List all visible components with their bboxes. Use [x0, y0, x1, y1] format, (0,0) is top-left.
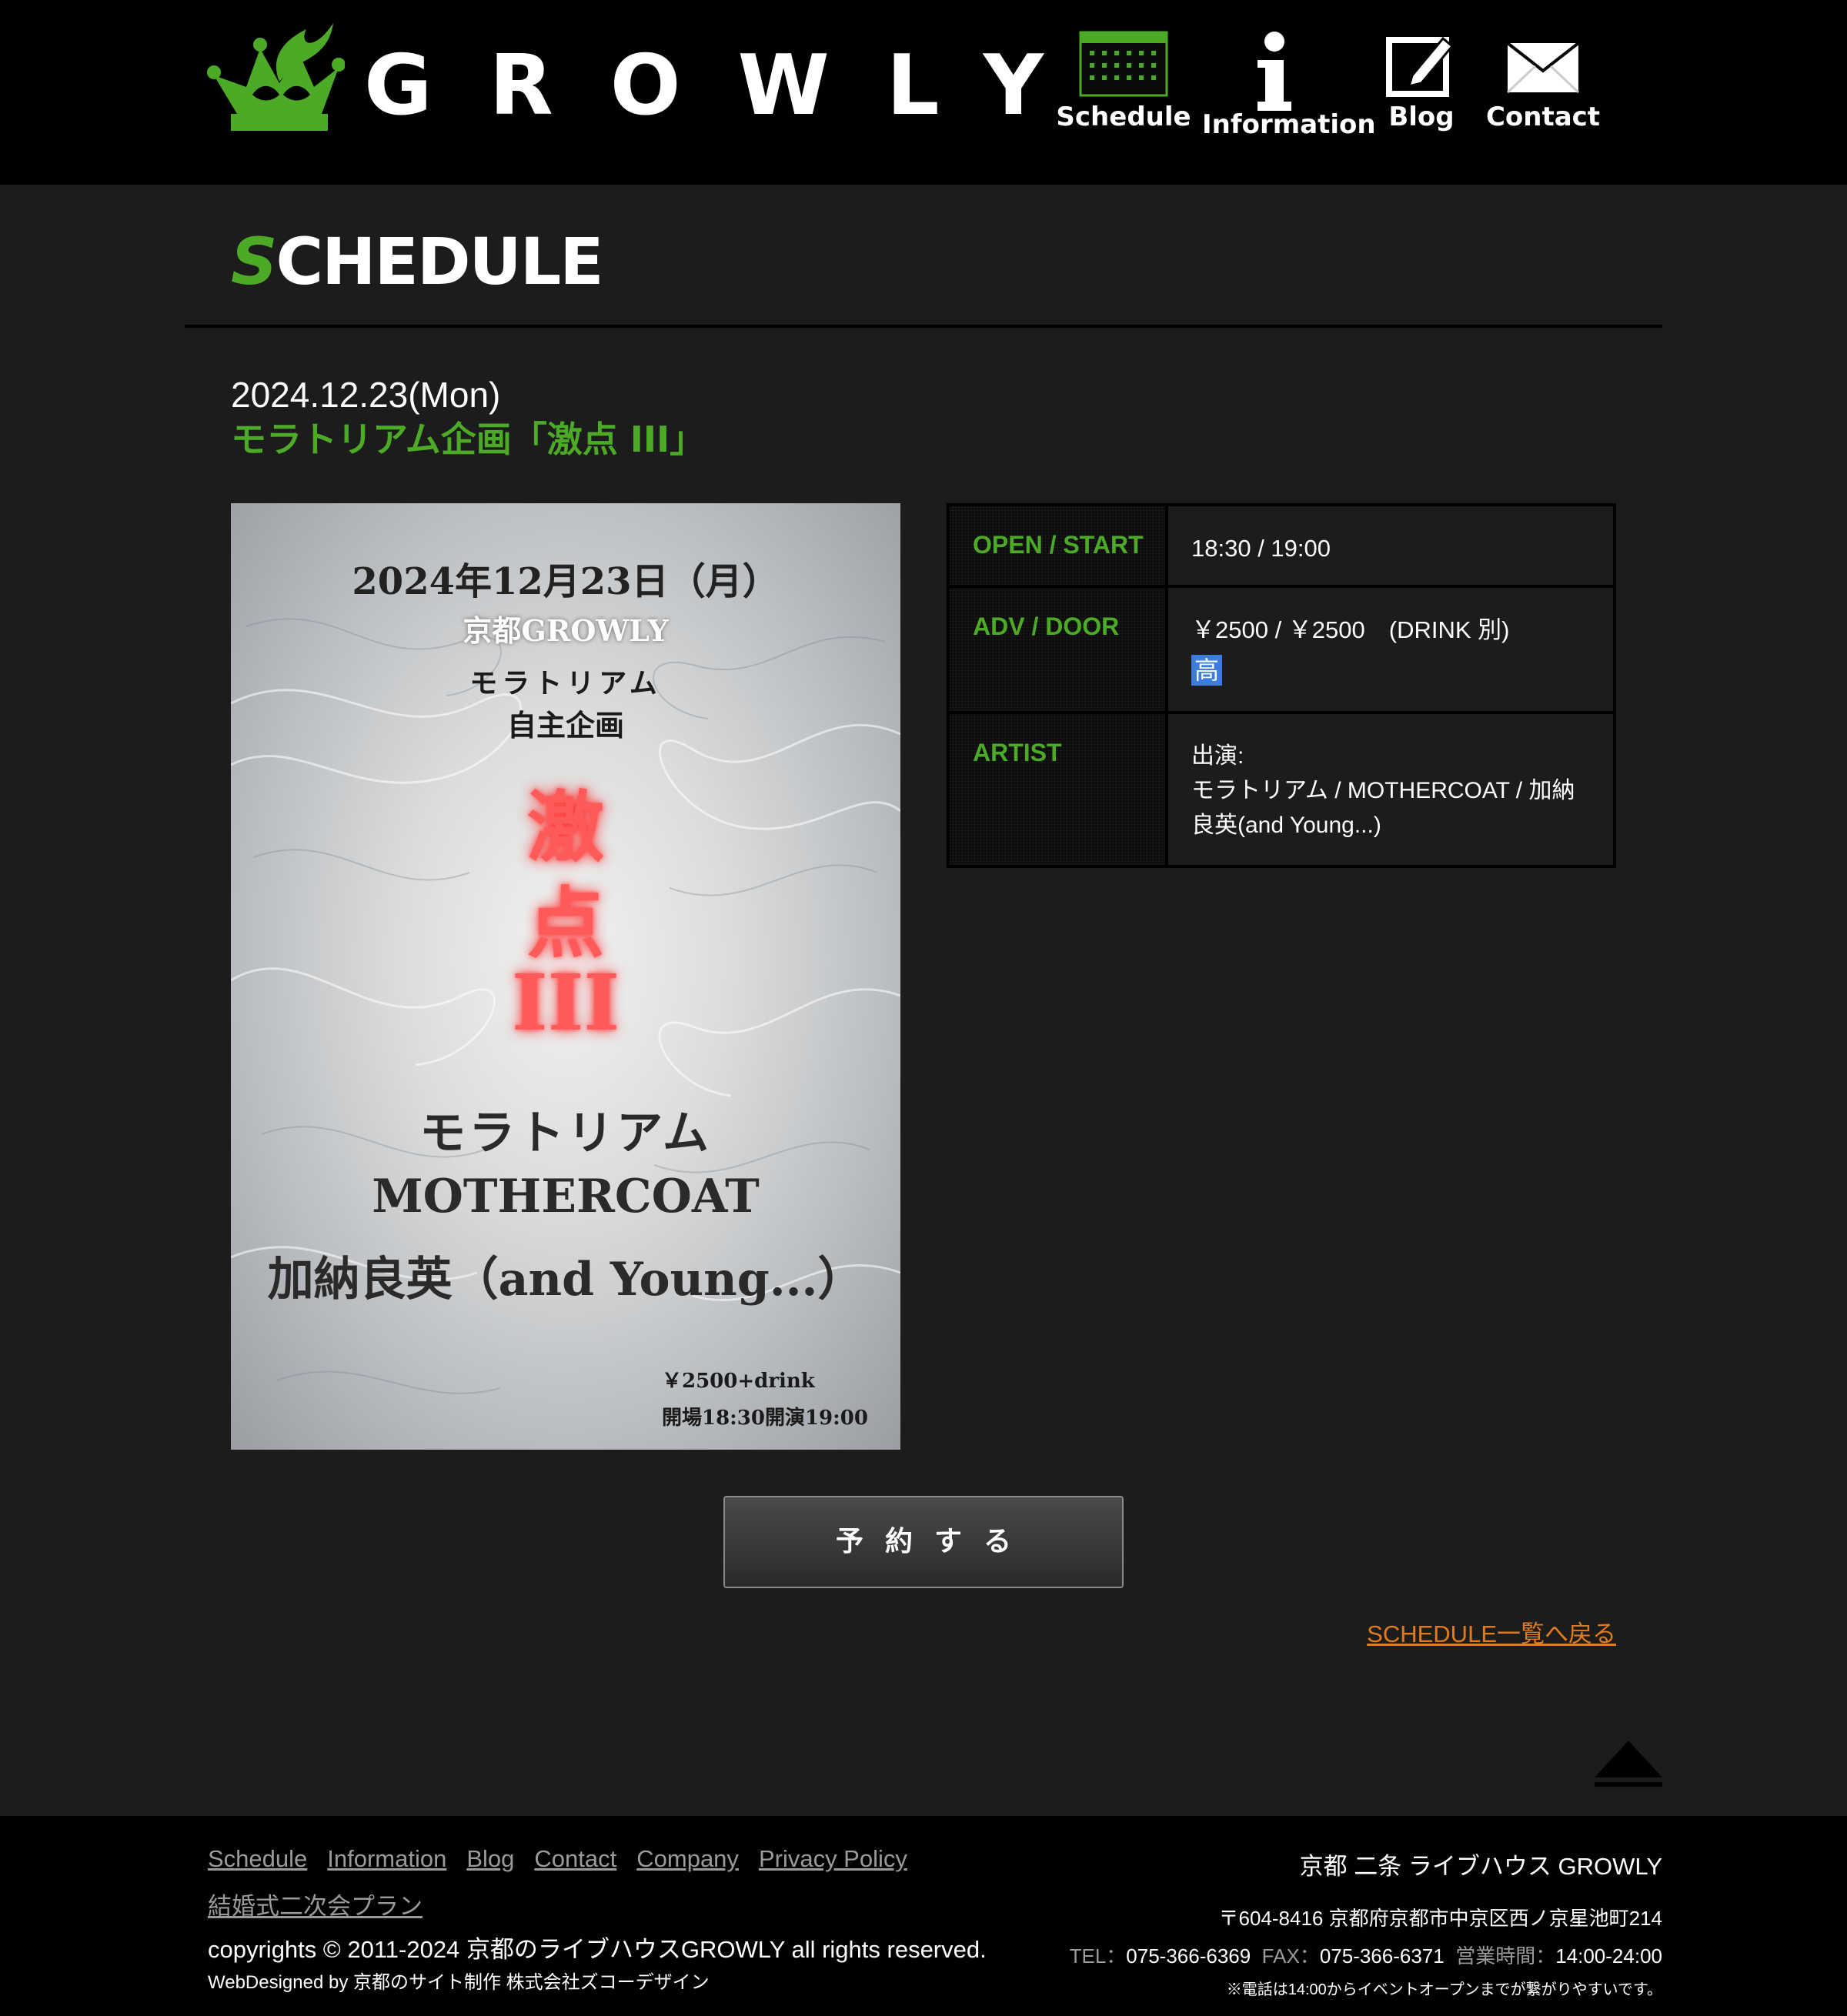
nav-contact-label: Contact [1485, 102, 1601, 132]
footer-link-wedding-plan[interactable]: 結婚式二次会プラン [208, 1887, 423, 1921]
venue-contact-line: TEL：075-366-6369 FAX：075-366-6371 営業時間：1… [1070, 1941, 1662, 1969]
envelope-icon [1506, 42, 1580, 94]
flyer-venue: 京都GROWLY [463, 613, 669, 648]
artist-list-line-2: 良英(and Young...) [1191, 813, 1381, 838]
heading-divider [185, 325, 1662, 328]
pencil-note-icon [1386, 36, 1455, 97]
back-to-schedule-link[interactable]: SCHEDULE一覧へ戻る [1367, 1614, 1616, 1649]
nav-schedule-label: Schedule [1056, 102, 1191, 132]
reserve-button[interactable]: 予約する [723, 1496, 1124, 1588]
fax-label: FAX： [1261, 1944, 1320, 1968]
footer-link-schedule[interactable]: Schedule [208, 1845, 307, 1873]
footer-link-information[interactable]: Information [327, 1845, 446, 1873]
high-school-badge: 高 [1191, 655, 1222, 686]
nav-information-label: Information [1202, 109, 1376, 140]
tel-number: 075-366-6369 [1126, 1944, 1251, 1968]
venue-address: 〒604-8416 京都府京都市中京区西ノ京星池町214 [1218, 1907, 1662, 1930]
flyer-artist-3: 加納良英（and Young...） [267, 1253, 864, 1307]
footer-link-privacy-policy[interactable]: Privacy Policy [759, 1845, 907, 1873]
event-title: モラトリアム企画「激点 III」 [231, 419, 706, 460]
info-value: ￥2500 / ￥2500 (DRINK 別) 高 [1168, 588, 1613, 711]
calendar-icon [1079, 31, 1168, 97]
footer-link-company[interactable]: Company [636, 1845, 739, 1873]
artist-prefix: 出演: [1191, 743, 1244, 769]
event-info-table: OPEN / START 18:30 / 19:00 ADV / DOOR ￥2… [947, 503, 1616, 868]
info-value: 出演: モラトリアム / MOTHERCOAT / 加納 良英(and Youn… [1168, 714, 1613, 865]
info-icon [1257, 32, 1291, 111]
info-row-open-start: OPEN / START 18:30 / 19:00 [950, 506, 1613, 588]
info-key: ARTIST [950, 714, 1168, 865]
page-title-rest: CHEDULE [276, 224, 604, 299]
info-key: ADV / DOOR [950, 588, 1168, 711]
site-header: GROWLY Schedule Information Blog Contact [0, 0, 1847, 185]
flyer-organizer: モラトリアム [469, 667, 662, 699]
artist-list-line-1: モラトリアム / MOTHERCOAT / 加納 [1191, 778, 1575, 803]
phone-note: ※電話は14:00からイベントオープンまでが繋がりやすいです。 [1226, 1981, 1662, 1998]
nav-blog[interactable]: Blog [1371, 31, 1471, 132]
flyer-title-numeral: III [511, 957, 620, 1048]
footer-link-contact[interactable]: Contact [534, 1845, 616, 1873]
site-logo[interactable]: GROWLY [206, 22, 1044, 137]
flyer-artist-2: MOTHERCOAT [372, 1170, 760, 1223]
flyer-organizer-type: 自主企画 [506, 708, 624, 743]
venue-info: 京都 二条 ライブハウス GROWLY 〒604-8416 京都府京都市中京区西… [1070, 1847, 1662, 1999]
footer-link-blog[interactable]: Blog [466, 1845, 514, 1873]
flyer-price: ￥2500+drink [662, 1370, 815, 1393]
flyer-title-char-1: 激 [527, 782, 604, 873]
flyer-title-char-2: 点 [527, 878, 604, 969]
site-footer: Schedule Information Blog Contact Company Pri… [0, 1816, 1847, 2016]
flyer-artist-1: モラトリアム [419, 1106, 712, 1160]
page-title: SCHEDULE [231, 224, 604, 299]
hours-label: 営業時間： [1455, 1944, 1556, 1968]
copyright-text: copyrights © 2011-2024 京都のライブハウスGROWLY a… [208, 1936, 987, 1963]
crown-icon [207, 23, 345, 131]
fax-number: 075-366-6371 [1319, 1944, 1445, 1968]
flyer-date: 2024年12月23日（月） [352, 560, 780, 603]
nav-information[interactable]: Information [1202, 31, 1376, 140]
nav-contact[interactable]: Contact [1485, 31, 1601, 132]
web-design-credit: WebDesigned by 京都のサイト制作 株式会社ズコーデザイン [208, 1972, 710, 1993]
info-key: OPEN / START [950, 506, 1168, 585]
page-title-initial: S [231, 224, 277, 299]
scroll-to-top-icon[interactable] [1591, 1737, 1665, 1793]
flyer-time: 開場18:30開演19:00 [662, 1407, 868, 1430]
nav-blog-label: Blog [1388, 102, 1455, 132]
event-flyer-image: 2024年12月23日（月） 京都GROWLY モラトリアム 自主企画 激 点 … [231, 503, 900, 1450]
logo-text: GROWLY [364, 38, 1101, 134]
tel-label: TEL： [1069, 1944, 1127, 1968]
info-row-adv-door: ADV / DOOR ￥2500 / ￥2500 (DRINK 別) 高 [950, 588, 1613, 714]
price-text: ￥2500 / ￥2500 (DRINK 別) [1191, 616, 1510, 643]
venue-name: 京都 二条 ライブハウス GROWLY [1299, 1853, 1662, 1880]
footer-nav: Schedule Information Blog Contact Company Pri… [208, 1845, 977, 1935]
info-row-artist: ARTIST 出演: モラトリアム / MOTHERCOAT / 加納 良英(a… [950, 714, 1613, 865]
info-value: 18:30 / 19:00 [1168, 506, 1613, 585]
business-hours: 14:00-24:00 [1555, 1944, 1662, 1968]
event-date: 2024.12.23(Mon) [231, 375, 501, 415]
nav-schedule[interactable]: Schedule [1054, 31, 1193, 132]
